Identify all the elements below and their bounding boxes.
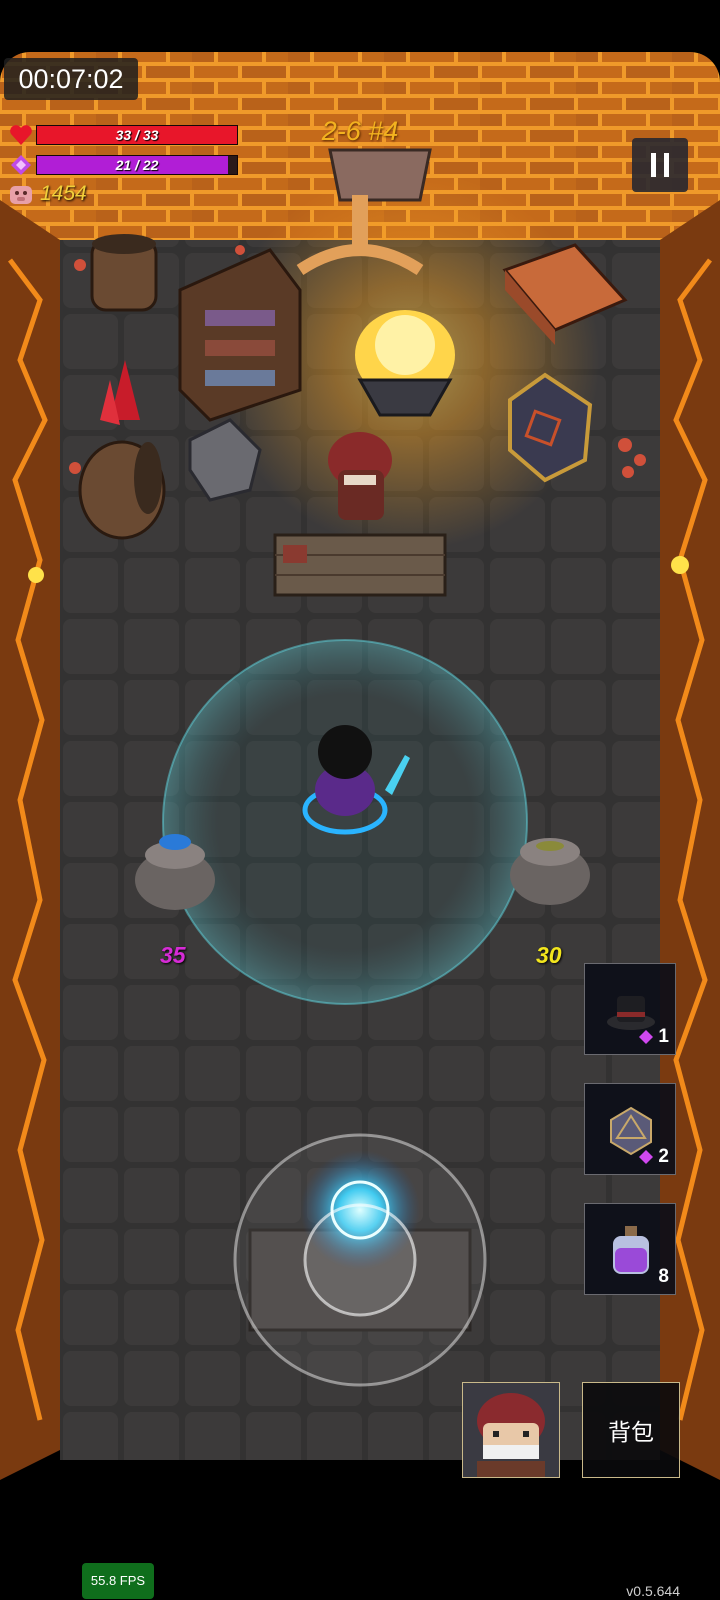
torch-right: [671, 556, 689, 574]
torch-left: [28, 567, 44, 583]
run-timer: 00:07:02: [4, 58, 138, 100]
backpack-button[interactable]: 背包: [582, 1382, 680, 1478]
barrel-lying: [78, 440, 166, 540]
mana-gem-icon: [8, 153, 34, 177]
level-indicator: 2-6 #4: [321, 116, 399, 146]
virtual-joystick[interactable]: [233, 1133, 487, 1387]
brazier-fire: [355, 310, 455, 417]
gem-icon: [639, 1150, 654, 1164]
item-count: 8: [658, 1266, 669, 1287]
hp-bar: 33 / 33: [36, 125, 238, 145]
gem-icon: [639, 1030, 654, 1044]
item-slot-dice[interactable]: 2: [584, 1083, 676, 1175]
game-scene: [0, 0, 720, 1600]
mana-bar: 21 / 22: [36, 155, 238, 175]
item-slot-potion[interactable]: 8: [584, 1203, 676, 1295]
mana-text: 21 / 22: [115, 157, 159, 173]
damage-number: 30: [536, 942, 562, 968]
mana-row: 21 / 22: [8, 153, 238, 177]
player-shield-aura: [162, 639, 528, 1005]
purple-potion-icon: [603, 1222, 659, 1278]
version-label: v0.5.644: [626, 1583, 680, 1599]
coin-count: 1454: [40, 182, 87, 205]
piggy-bank-icon: [8, 182, 34, 206]
pause-button[interactable]: [632, 138, 688, 192]
companion-face-icon: [463, 1383, 559, 1477]
barrel: [90, 234, 158, 312]
item-count: 2: [639, 1146, 669, 1168]
heart-icon: [8, 123, 34, 147]
item-count: 1: [639, 1026, 669, 1048]
hp-text: 33 / 33: [115, 127, 159, 143]
pause-icon: [647, 153, 673, 177]
damage-number: 35: [160, 942, 186, 968]
coin-row: 1454: [8, 182, 87, 206]
item-slot-top-hat[interactable]: 1: [584, 963, 676, 1055]
hp-row: 33 / 33: [8, 123, 238, 147]
fps-counter: 55.8 FPS: [82, 1563, 154, 1599]
companion-portrait[interactable]: [462, 1382, 560, 1478]
wooden-table: [273, 533, 447, 597]
pedestal-right: [510, 838, 590, 905]
